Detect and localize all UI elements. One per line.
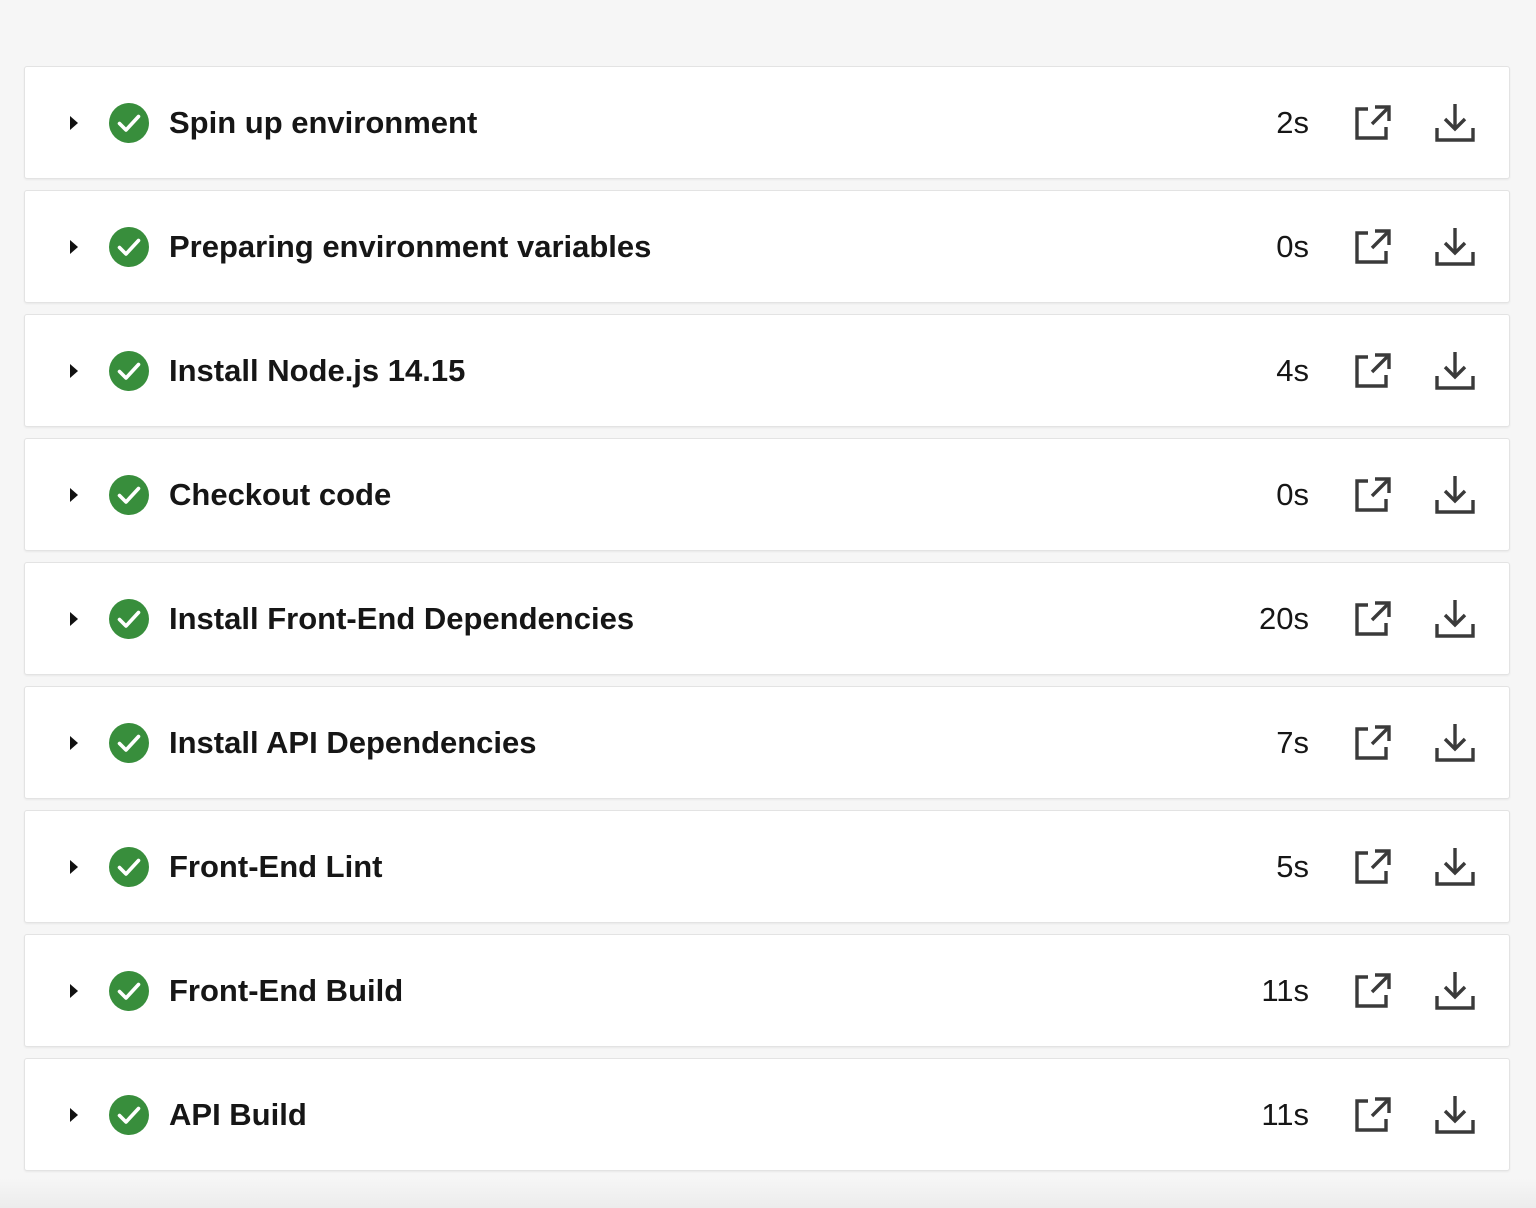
step-duration: 2s	[1276, 105, 1309, 140]
step-row[interactable]: Checkout code 0s	[24, 438, 1510, 551]
download-icon[interactable]	[1433, 101, 1477, 145]
caret-right-icon[interactable]	[67, 236, 81, 258]
external-link-icon[interactable]	[1353, 351, 1393, 391]
step-name: Install Node.js 14.15	[169, 353, 466, 388]
step-name: API Build	[169, 1097, 307, 1132]
download-icon[interactable]	[1433, 349, 1477, 393]
step-row[interactable]: Preparing environment variables 0s	[24, 190, 1510, 303]
download-icon[interactable]	[1433, 473, 1477, 517]
caret-right-icon[interactable]	[67, 608, 81, 630]
success-check-icon	[109, 351, 149, 391]
external-link-icon[interactable]	[1353, 103, 1393, 143]
download-icon[interactable]	[1433, 845, 1477, 889]
step-duration: 20s	[1259, 601, 1309, 636]
success-check-icon	[109, 971, 149, 1011]
step-duration: 7s	[1276, 725, 1309, 760]
step-row[interactable]: Install Node.js 14.15 4s	[24, 314, 1510, 427]
download-icon[interactable]	[1433, 969, 1477, 1013]
external-link-icon[interactable]	[1353, 1095, 1393, 1135]
external-link-icon[interactable]	[1353, 475, 1393, 515]
external-link-icon[interactable]	[1353, 971, 1393, 1011]
step-row[interactable]: API Build 11s	[24, 1058, 1510, 1171]
step-name: Front-End Lint	[169, 849, 383, 884]
external-link-icon[interactable]	[1353, 599, 1393, 639]
step-row[interactable]: Install Front-End Dependencies 20s	[24, 562, 1510, 675]
step-name: Front-End Build	[169, 973, 404, 1008]
step-duration: 4s	[1276, 353, 1309, 388]
step-row[interactable]: Install API Dependencies 7s	[24, 686, 1510, 799]
caret-right-icon[interactable]	[67, 360, 81, 382]
success-check-icon	[109, 723, 149, 763]
caret-right-icon[interactable]	[67, 112, 81, 134]
download-icon[interactable]	[1433, 597, 1477, 641]
bottom-fade	[0, 1178, 1536, 1208]
caret-right-icon[interactable]	[67, 856, 81, 878]
step-name: Preparing environment variables	[169, 229, 652, 264]
success-check-icon	[109, 1095, 149, 1135]
step-name: Install Front-End Dependencies	[169, 601, 635, 636]
external-link-icon[interactable]	[1353, 847, 1393, 887]
success-check-icon	[109, 599, 149, 639]
download-icon[interactable]	[1433, 225, 1477, 269]
step-duration: 0s	[1276, 229, 1309, 264]
success-check-icon	[109, 475, 149, 515]
caret-right-icon[interactable]	[67, 732, 81, 754]
caret-right-icon[interactable]	[67, 980, 81, 1002]
step-name: Checkout code	[169, 477, 392, 512]
step-duration: 11s	[1261, 973, 1309, 1008]
external-link-icon[interactable]	[1353, 227, 1393, 267]
success-check-icon	[109, 847, 149, 887]
external-link-icon[interactable]	[1353, 723, 1393, 763]
success-check-icon	[109, 227, 149, 267]
step-row[interactable]: Front-End Build 11s	[24, 934, 1510, 1047]
step-row[interactable]: Front-End Lint 5s	[24, 810, 1510, 923]
caret-right-icon[interactable]	[67, 484, 81, 506]
step-duration: 11s	[1261, 1097, 1309, 1132]
caret-right-icon[interactable]	[67, 1104, 81, 1126]
step-name: Spin up environment	[169, 105, 478, 140]
step-name: Install API Dependencies	[169, 725, 537, 760]
success-check-icon	[109, 103, 149, 143]
step-duration: 0s	[1276, 477, 1309, 512]
download-icon[interactable]	[1433, 1093, 1477, 1137]
step-duration: 5s	[1276, 849, 1309, 884]
download-icon[interactable]	[1433, 721, 1477, 765]
step-row[interactable]: Spin up environment 2s	[24, 66, 1510, 179]
build-steps-list: Spin up environment 2s Preparing environ…	[24, 66, 1510, 1182]
